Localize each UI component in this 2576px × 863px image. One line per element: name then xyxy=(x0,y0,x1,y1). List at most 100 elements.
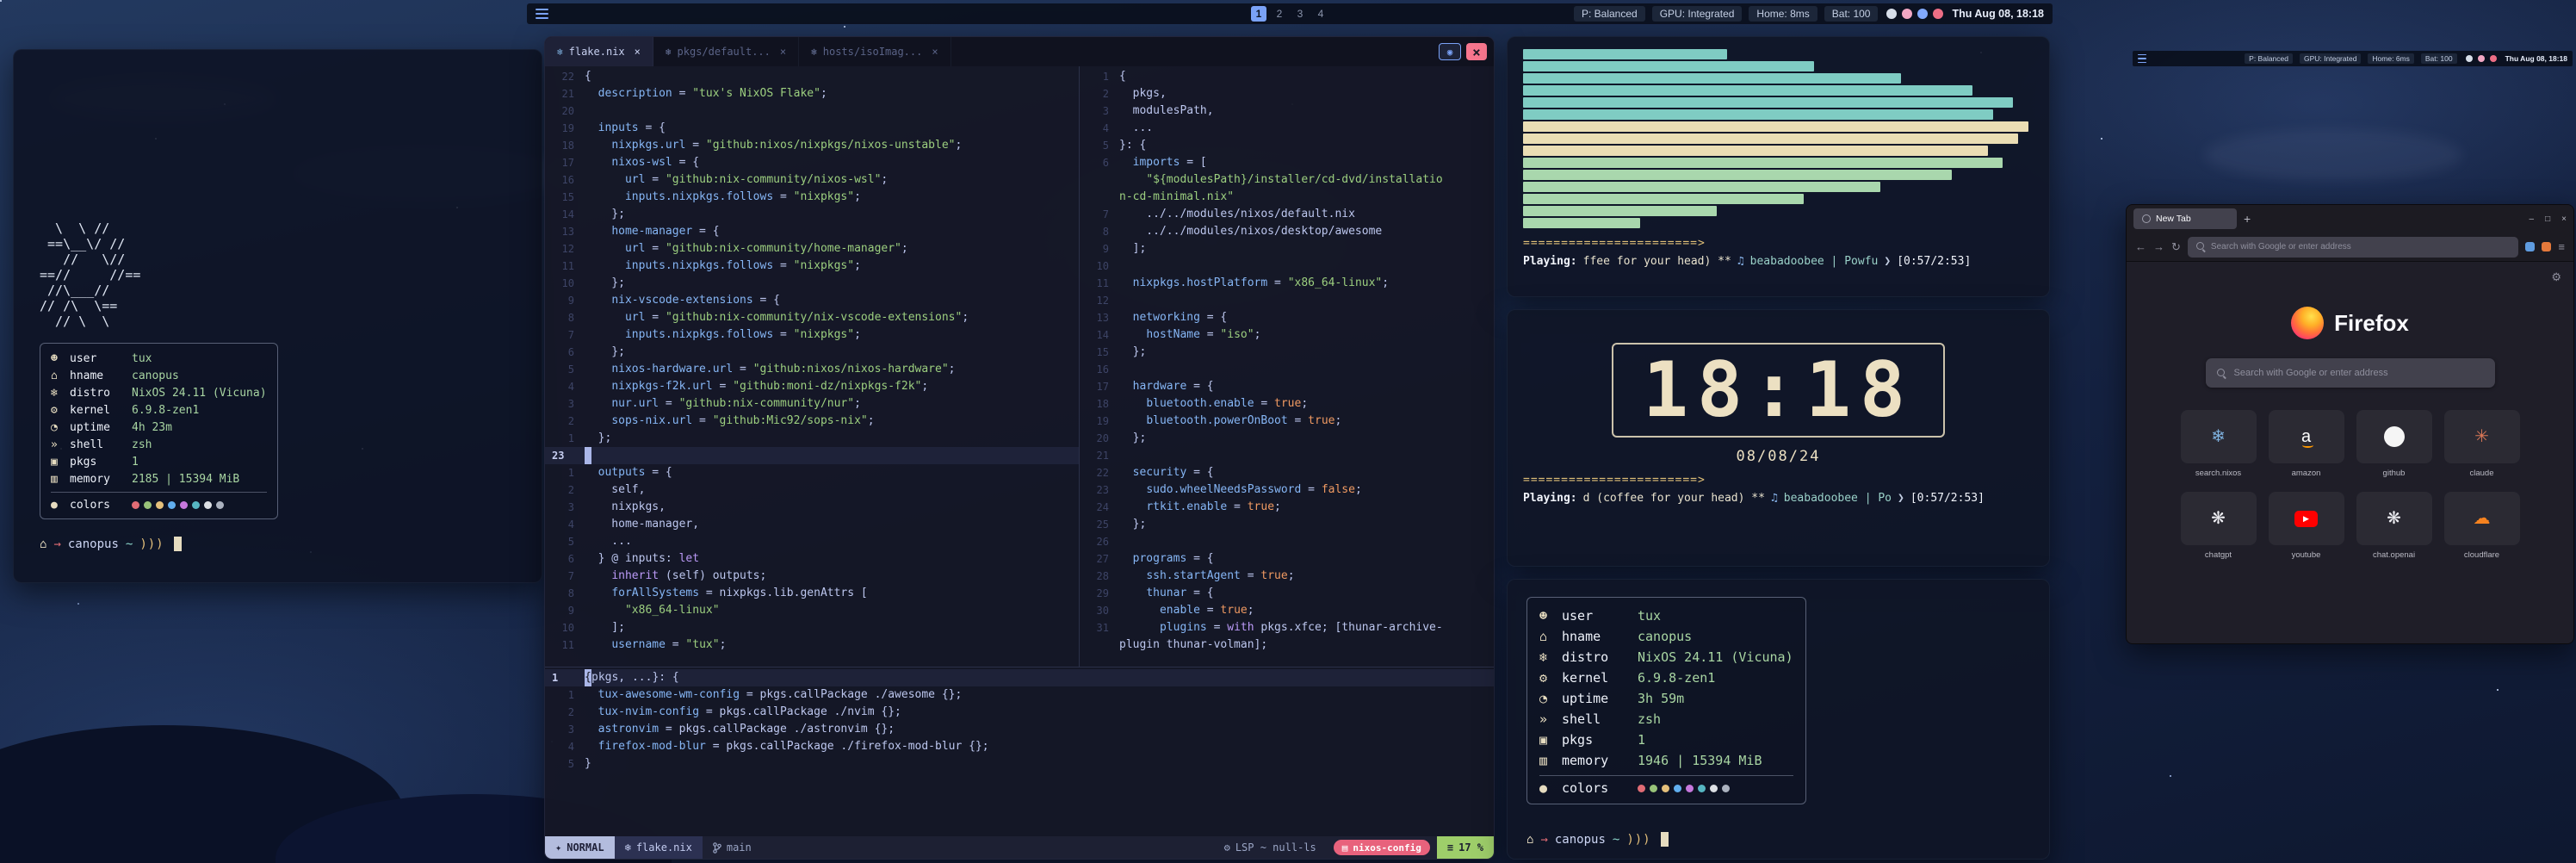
workspace-tag-2[interactable]: 2 xyxy=(1272,6,1287,22)
shortcut-chatgpt[interactable]: ❋chatgpt xyxy=(2181,492,2257,560)
tab-hosts-iso[interactable]: ❄ hosts/isoImag... × xyxy=(799,37,951,66)
code-line: 1 tux-awesome-wm-config = pkgs.callPacka… xyxy=(545,686,1495,704)
palette-dot xyxy=(1638,785,1645,792)
fetch-row: ◔uptime3h 59m xyxy=(1539,688,1793,709)
song-time: [0:57/2:53] xyxy=(1910,492,1985,505)
shell-prompt-right[interactable]: ⌂ → canopus ~ ))) xyxy=(1526,832,1669,847)
playing-label: Playing: xyxy=(1523,492,1577,505)
packages-icon: ▣ xyxy=(1539,732,1562,748)
fetch-row: »shellzsh xyxy=(51,436,267,453)
menu-icon[interactable] xyxy=(536,9,548,19)
palette-dot xyxy=(144,501,152,509)
clock-main[interactable]: Thu Aug 08, 18:18 xyxy=(1952,8,2044,20)
close-tab-icon[interactable]: × xyxy=(780,46,786,58)
notifications-icon[interactable] xyxy=(1902,9,1912,19)
visualizer-bar xyxy=(1523,170,1952,180)
new-tab-button[interactable]: + xyxy=(2244,212,2251,226)
desktop: 1234 P: BalancedGPU: IntegratedHome: 8ms… xyxy=(0,0,2576,863)
visualizer-bar xyxy=(1523,73,1901,84)
window-close-button[interactable]: × xyxy=(1466,43,1487,60)
fetch-row: ▥memory1946 | 15394 MiB xyxy=(1539,750,1793,771)
tab-flake-nix[interactable]: ❄ flake.nix × xyxy=(545,37,653,66)
refresh-button[interactable]: ↻ xyxy=(2171,240,2181,254)
line-number: 14 xyxy=(545,206,585,223)
shortcut-claude[interactable]: ✳claude xyxy=(2444,410,2520,478)
user-icon: ☻ xyxy=(51,352,70,365)
line-number: 4 xyxy=(545,378,585,395)
close-tab-icon[interactable]: × xyxy=(635,46,641,58)
clock-widget-window[interactable]: 18:18 08/08/24 =======================> … xyxy=(1507,309,2050,567)
address-bar[interactable]: Search with Google or enter address xyxy=(2188,237,2519,258)
maximize-button[interactable]: □ xyxy=(2545,214,2550,224)
power-icon[interactable] xyxy=(2490,55,2497,62)
code-line: 8 forAllSystems = nixpkgs.lib.genAttrs [ xyxy=(545,585,1079,602)
extension-icon[interactable] xyxy=(2525,242,2535,251)
code-line: 3 modulesPath, xyxy=(1080,102,1495,120)
newtab-search-input[interactable]: Search with Google or enter address xyxy=(2206,358,2495,388)
line-number: 28 xyxy=(1080,568,1119,585)
statusline-file: ❄ flake.nix xyxy=(615,836,703,859)
status-pill: GPU: Integrated xyxy=(1652,6,1743,22)
code-line: 3 nixpkgs, xyxy=(545,499,1079,516)
eye-toggle-button[interactable]: ◉ xyxy=(1439,43,1461,60)
menu-icon[interactable] xyxy=(2138,54,2146,64)
notifications-icon[interactable] xyxy=(2478,55,2485,62)
palette-dot xyxy=(1686,785,1694,792)
separator-line: =======================> xyxy=(1523,474,2034,487)
code-line: 1{ xyxy=(1080,68,1495,85)
shortcut-cloudflare[interactable]: ☁cloudflare xyxy=(2444,492,2520,560)
song-title: d (coffee for your head) ** xyxy=(1583,492,1765,505)
back-button[interactable]: ← xyxy=(2135,240,2146,253)
palette-dot xyxy=(204,501,212,509)
clock-secondary[interactable]: Thu Aug 08, 18:18 xyxy=(2505,54,2567,63)
editor-pane-iso[interactable]: 1{2 pkgs,3 modulesPath,4 ...5}: {6 impor… xyxy=(1079,66,1495,667)
fetch-box-left: ☻usertux⌂hnamecanopus❄distroNixOS 24.11 … xyxy=(40,343,278,519)
editor-pane-pkgs[interactable]: 1{pkgs, ...}: {1 tux-awesome-wm-config =… xyxy=(545,667,1495,838)
editor-pane-flake[interactable]: 22{21 description = "tux's NixOS Flake";… xyxy=(545,66,1079,667)
shortcut-youtube[interactable]: ▶youtube xyxy=(2269,492,2344,560)
shortcut-chat.openai[interactable]: ❋chat.openai xyxy=(2356,492,2432,560)
terminal-window-left[interactable]: \ \ // ==\__\/ // // \// ==// //== //\__… xyxy=(13,49,542,583)
status-pill: P: Balanced xyxy=(2245,53,2293,64)
close-button[interactable]: × xyxy=(2561,214,2567,224)
power-icon[interactable] xyxy=(1933,9,1943,19)
code-line: 3 nur.url = "github:nix-community/nur"; xyxy=(545,395,1079,413)
shortcut-github[interactable]: github xyxy=(2356,410,2432,478)
palette-dot xyxy=(192,501,200,509)
minimize-button[interactable]: – xyxy=(2530,214,2535,224)
fetch-label: uptime xyxy=(1562,691,1638,706)
firefox-window: New Tab + – □ × ← → ↻ Search with Google… xyxy=(2126,204,2574,644)
fetch-row: ▣pkgs1 xyxy=(1539,730,1793,750)
fetch-label: memory xyxy=(1562,753,1638,768)
wifi-icon[interactable] xyxy=(1917,9,1928,19)
scroll-percent: 17 % xyxy=(1458,841,1483,854)
close-tab-icon[interactable]: × xyxy=(932,46,938,58)
personalize-gear-icon[interactable]: ⚙ xyxy=(2551,270,2561,284)
code-line: 7 inherit (self) outputs; xyxy=(545,568,1079,585)
line-number: 4 xyxy=(545,738,585,755)
fetch-label: distro xyxy=(1562,649,1638,665)
tab-pkgs-default[interactable]: ❄ pkgs/default... × xyxy=(653,37,799,66)
fetch-row: ☻usertux xyxy=(1539,605,1793,626)
code-line: 25 }; xyxy=(1080,516,1495,533)
menu-button[interactable]: ≡ xyxy=(2558,240,2565,253)
shortcut-search.nixos[interactable]: ❄search.nixos xyxy=(2181,410,2257,478)
workspace-tag-3[interactable]: 3 xyxy=(1292,6,1308,22)
code-line: 16 xyxy=(1080,361,1495,378)
browser-tab[interactable]: New Tab xyxy=(2133,208,2237,229)
fetch-value: tux xyxy=(132,352,152,365)
workspace-tag-4[interactable]: 4 xyxy=(1313,6,1328,22)
fetch-terminal-window[interactable]: ☻usertux⌂hnamecanopus❄distroNixOS 24.11 … xyxy=(1507,579,2050,860)
code-line: 15 inputs.nixpkgs.follows = "nixpkgs"; xyxy=(545,189,1079,206)
volume-icon[interactable] xyxy=(1886,9,1897,19)
shortcut-amazon[interactable]: aamazon xyxy=(2269,410,2344,478)
extension-icon[interactable] xyxy=(2542,242,2551,251)
forward-button[interactable]: → xyxy=(2153,240,2164,253)
shell-prompt-left[interactable]: ⌂ → canopus ~ ))) xyxy=(40,537,516,551)
music-visualizer-window[interactable]: =======================> Playing: ffee f… xyxy=(1507,36,2050,297)
fetch-row: ☻usertux xyxy=(51,350,267,367)
code-line: 10 }; xyxy=(545,275,1079,292)
line-number: 17 xyxy=(1080,378,1119,395)
workspace-tag-1[interactable]: 1 xyxy=(1251,6,1266,22)
volume-icon[interactable] xyxy=(2466,55,2473,62)
